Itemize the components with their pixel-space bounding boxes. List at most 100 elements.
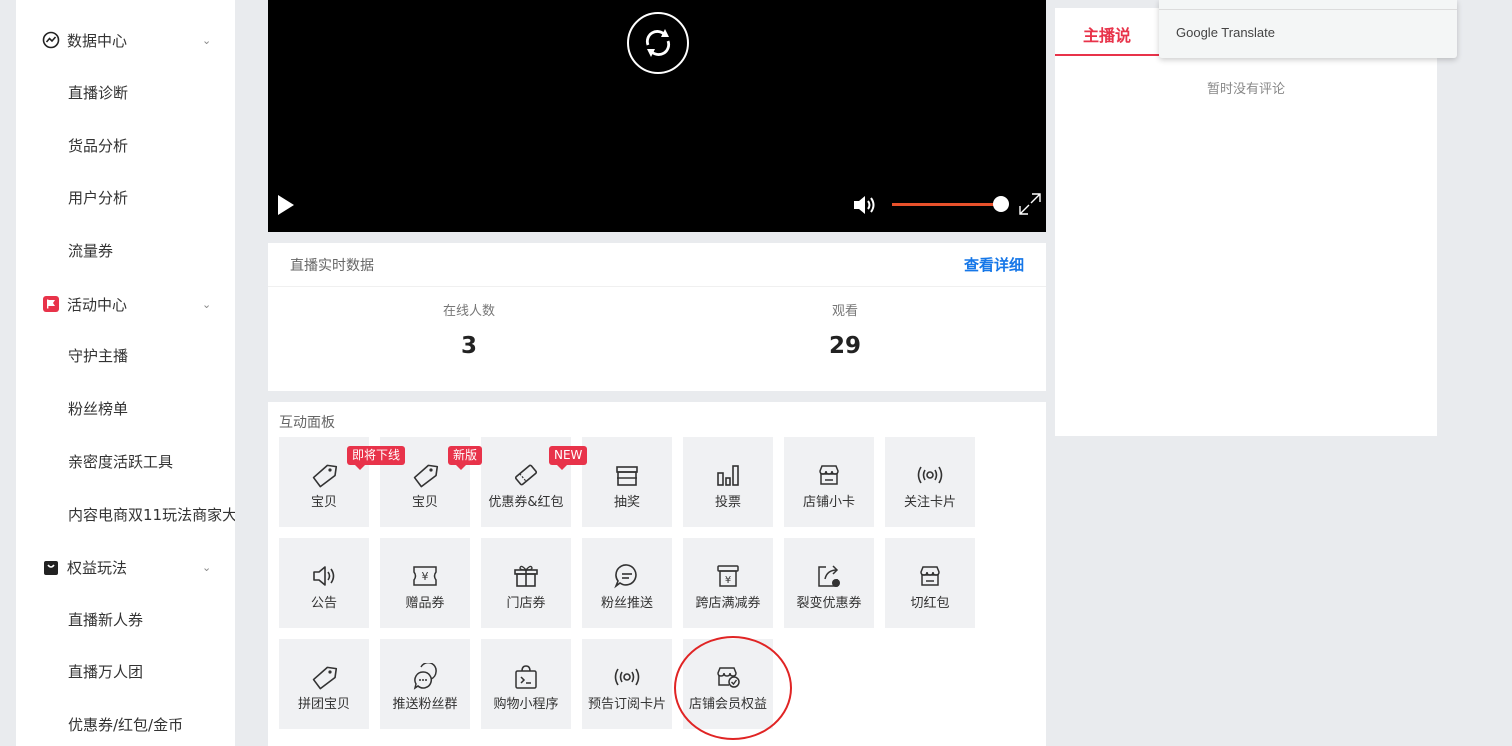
stat-value: 29	[828, 333, 861, 359]
tile-store-member-benefits[interactable]: 店铺会员权益	[683, 639, 773, 729]
svg-text:¥: ¥	[422, 570, 429, 583]
tile-group-product[interactable]: 拼团宝贝	[279, 639, 369, 729]
yen-box-icon: ¥	[712, 560, 744, 592]
nav-group-data-center[interactable]: 数据中心 ⌄	[16, 20, 235, 60]
bar-chart-icon	[712, 459, 744, 491]
google-translate-option[interactable]: Google Translate	[1176, 25, 1275, 40]
tile-label: 赠品券	[405, 596, 445, 611]
video-player[interactable]	[268, 0, 1046, 232]
nav-item-user-analysis[interactable]: 用户分析	[68, 186, 128, 210]
flag-icon	[42, 295, 60, 313]
divider	[1159, 9, 1457, 10]
tile-label: 切红包	[910, 596, 950, 611]
badge-offline-soon: 即将下线	[347, 446, 406, 470]
present-icon	[510, 560, 542, 592]
chart-circle-icon	[42, 31, 60, 49]
ticket-yen-icon: ¥	[409, 560, 441, 592]
interactive-panel: 互动面板 宝贝 宝贝 优惠券&红包 抽奖 投票 店铺小卡 关注卡片 公告 ¥ 赠…	[268, 402, 1046, 746]
store-check-icon	[712, 661, 744, 693]
refresh-icon[interactable]	[627, 12, 689, 74]
view-details-link[interactable]: 查看详细	[964, 254, 1024, 275]
google-translate-popup: Google Translate	[1159, 0, 1457, 58]
tile-label: 抽奖	[613, 495, 640, 510]
chat-group-icon	[409, 661, 441, 693]
tile-label: 购物小程序	[493, 697, 559, 712]
nav-item-newcomer-coupon[interactable]: 直播新人券	[68, 608, 143, 632]
fullscreen-icon[interactable]	[1018, 192, 1042, 216]
broadcast-icon	[914, 459, 946, 491]
nav-item-guard-host[interactable]: 守护主播	[68, 344, 128, 368]
stat-label: 在线人数	[442, 304, 495, 319]
tile-shopping-miniapp[interactable]: 购物小程序	[481, 639, 571, 729]
tile-announcement[interactable]: 公告	[279, 538, 369, 628]
tile-label: 优惠券&红包	[488, 495, 564, 510]
card-title: 直播实时数据	[290, 258, 374, 274]
volume-slider-handle[interactable]	[993, 196, 1009, 212]
active-tab-indicator	[1055, 54, 1159, 56]
tile-follow-card[interactable]: 关注卡片	[885, 437, 975, 527]
bag-icon	[42, 558, 60, 576]
comments-panel: 主播说 暂时没有评论	[1055, 8, 1437, 436]
tile-label: 宝贝	[310, 495, 337, 510]
coupon-icon	[510, 459, 542, 491]
tile-cut-redpacket[interactable]: 切红包	[885, 538, 975, 628]
gift-box-icon	[611, 459, 643, 491]
tile-cross-store-discount[interactable]: ¥ 跨店满减券	[683, 538, 773, 628]
tile-label: 拼团宝贝	[297, 697, 350, 712]
store-icon	[813, 459, 845, 491]
badge-new-version: 新版	[448, 446, 483, 470]
volume-icon[interactable]	[853, 194, 879, 216]
tab-host-says[interactable]: 主播说	[1055, 8, 1159, 56]
tag-icon	[308, 459, 340, 491]
panel-title: 互动面板	[279, 415, 335, 431]
tile-preview-subscribe-card[interactable]: 预告订阅卡片	[582, 639, 672, 729]
tile-label: 粉丝推送	[600, 596, 653, 611]
badge-new: NEW	[549, 446, 588, 470]
volume-slider[interactable]	[892, 203, 1000, 206]
divider	[268, 286, 1046, 287]
nav-item-group-buy[interactable]: 直播万人团	[68, 660, 143, 684]
svg-text:¥: ¥	[725, 575, 731, 586]
tile-label: 推送粉丝群	[392, 697, 458, 712]
nav-group-activity-center[interactable]: 活动中心 ⌄	[16, 284, 235, 324]
tile-store-card[interactable]: 店铺小卡	[784, 437, 874, 527]
tile-gift-coupon[interactable]: ¥ 赠品券	[380, 538, 470, 628]
tile-label: 宝贝	[411, 495, 438, 510]
nav-item-double11-content[interactable]: 内容电商双11玩法商家大	[68, 503, 235, 527]
nav-item-live-diagnosis[interactable]: 直播诊断	[68, 81, 128, 105]
live-stats-card: 直播实时数据 查看详细 在线人数 3 观看 29	[268, 243, 1046, 391]
speaker-icon	[308, 560, 340, 592]
store-icon	[914, 560, 946, 592]
chevron-down-icon: ⌄	[202, 560, 212, 574]
tile-label: 关注卡片	[903, 495, 956, 510]
nav-item-traffic-coupon[interactable]: 流量券	[68, 239, 113, 263]
tile-label: 裂变优惠券	[796, 596, 862, 611]
nav-item-fans-ranking[interactable]: 粉丝榜单	[68, 397, 128, 421]
nav-item-coupon-redpacket-coin[interactable]: 优惠券/红包/金币	[68, 713, 183, 737]
chevron-down-icon: ⌄	[202, 297, 212, 311]
nav-group-benefits[interactable]: 权益玩法 ⌄	[16, 547, 235, 587]
stat-value: 3	[460, 333, 477, 359]
tile-fans-push[interactable]: 粉丝推送	[582, 538, 672, 628]
tag-icon	[308, 661, 340, 693]
nav-item-intimacy-tool[interactable]: 亲密度活跃工具	[68, 450, 173, 474]
tile-label: 门店券	[506, 596, 546, 611]
empty-comments-message: 暂时没有评论	[1206, 82, 1285, 97]
tile-lottery[interactable]: 抽奖	[582, 437, 672, 527]
stat-online-users: 在线人数 3	[369, 300, 569, 359]
tile-push-fan-group[interactable]: 推送粉丝群	[380, 639, 470, 729]
nav-group-label: 数据中心	[67, 31, 128, 50]
tile-store-coupon[interactable]: 门店券	[481, 538, 571, 628]
tag-icon	[409, 459, 441, 491]
tile-vote[interactable]: 投票	[683, 437, 773, 527]
sidebar: 数据中心 ⌄ 直播诊断 货品分析 用户分析 流量券 活动中心 ⌄ 守护主播 粉丝…	[16, 0, 235, 746]
tile-label: 店铺小卡	[802, 495, 855, 510]
tile-label: 预告订阅卡片	[587, 697, 666, 712]
tile-fission-coupon[interactable]: 裂变优惠券	[784, 538, 874, 628]
nav-item-product-analysis[interactable]: 货品分析	[68, 134, 128, 158]
tile-label: 跨店满减券	[695, 596, 761, 611]
play-icon[interactable]	[276, 194, 296, 216]
tile-label: 公告	[310, 596, 337, 611]
bag-terminal-icon	[510, 661, 542, 693]
chat-bubble-icon	[611, 560, 643, 592]
